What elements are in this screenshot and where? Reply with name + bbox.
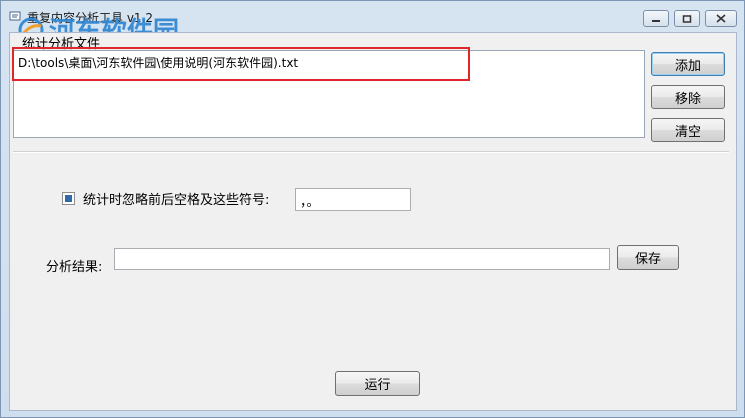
ignore-label: 统计时忽略前后空格及这些符号: xyxy=(83,193,270,208)
minimize-button[interactable] xyxy=(643,10,669,27)
app-icon xyxy=(9,11,21,21)
window-title: 重复内容分析工具 v1.2 xyxy=(27,11,154,25)
file-list[interactable]: D:\tools\桌面\河东软件园\使用说明(河东软件园).txt xyxy=(13,50,645,138)
symbols-input[interactable]: ，。 xyxy=(295,188,411,211)
result-label: 分析结果: xyxy=(46,260,103,275)
remove-button[interactable]: 移除 xyxy=(651,85,725,109)
save-button[interactable]: 保存 xyxy=(617,245,679,270)
checkbox-check-mark xyxy=(65,195,72,202)
close-icon xyxy=(716,14,726,23)
divider xyxy=(13,151,729,153)
result-field[interactable] xyxy=(114,248,610,270)
clear-button[interactable]: 清空 xyxy=(651,118,725,142)
title-bar[interactable]: 重复内容分析工具 v1.2 河东软件园 xyxy=(1,1,744,47)
list-item[interactable]: D:\tools\桌面\河东软件园\使用说明(河东软件园).txt xyxy=(18,54,298,71)
client-area: 统计分析文件 D:\tools\桌面\河东软件园\使用说明(河东软件园).txt… xyxy=(9,32,737,411)
maximize-button[interactable] xyxy=(674,10,700,27)
add-button[interactable]: 添加 xyxy=(651,52,725,76)
main-window: 重复内容分析工具 v1.2 河东软件园 统计分析文件 D:\tools\桌面\河… xyxy=(0,0,745,418)
maximize-icon xyxy=(682,14,692,23)
run-button[interactable]: 运行 xyxy=(335,371,420,396)
ignore-checkbox[interactable] xyxy=(62,192,75,205)
ignore-option-row: 统计时忽略前后空格及这些符号: xyxy=(62,189,269,208)
close-button[interactable] xyxy=(705,10,737,27)
minimize-icon xyxy=(652,19,660,22)
